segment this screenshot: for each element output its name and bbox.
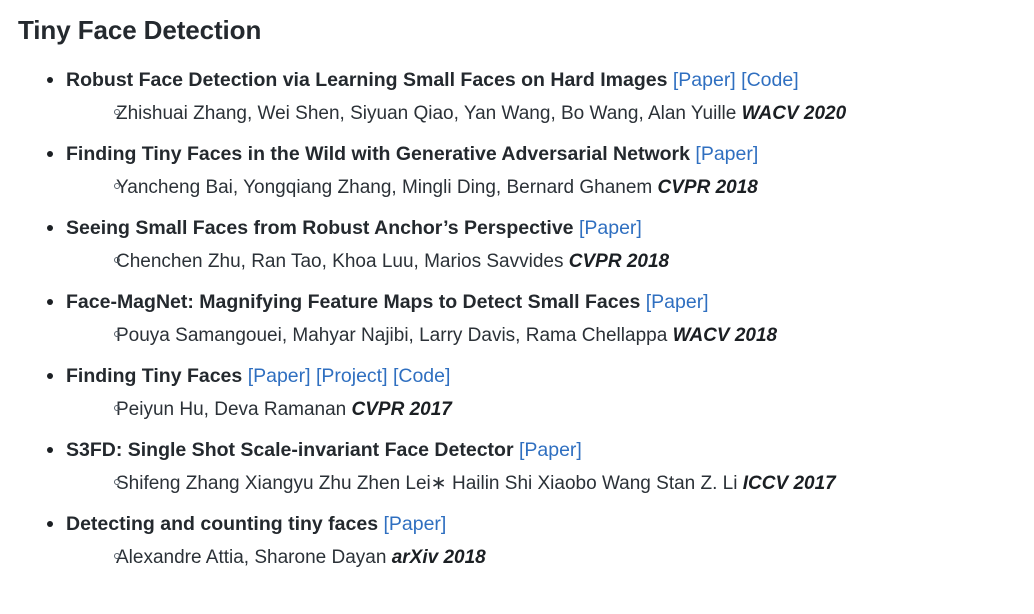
author-line: Pouya Samangouei, Mahyar Najibi, Larry D… — [116, 318, 1018, 354]
paper-title-line: Robust Face Detection via Learning Small… — [66, 65, 1018, 96]
author-line: Yancheng Bai, Yongqiang Zhang, Mingli Di… — [116, 170, 1018, 206]
paper-link-paper[interactable]: [Paper] — [646, 291, 709, 313]
author-list: Shifeng Zhang Xiangyu Zhu Zhen Lei∗ Hail… — [66, 466, 1018, 502]
author-entry: Alexandre Attia, Sharone Dayan arXiv 201… — [66, 540, 1018, 576]
author-list: Alexandre Attia, Sharone Dayan arXiv 201… — [66, 540, 1018, 576]
author-names: Pouya Samangouei, Mahyar Najibi, Larry D… — [116, 325, 668, 346]
paper-links: [Paper] — [574, 217, 642, 239]
paper-title-line: Detecting and counting tiny faces [Paper… — [66, 509, 1018, 540]
venue-label: CVPR 2017 — [351, 399, 452, 420]
paper-entry: S3FD: Single Shot Scale-invariant Face D… — [18, 435, 1018, 502]
page-content: Tiny Face Detection Robust Face Detectio… — [0, 0, 1034, 576]
author-list: Yancheng Bai, Yongqiang Zhang, Mingli Di… — [66, 170, 1018, 206]
paper-link-paper[interactable]: [Paper] — [383, 513, 446, 535]
paper-title-line: S3FD: Single Shot Scale-invariant Face D… — [66, 435, 1018, 466]
paper-links: [Paper] [Project] [Code] — [242, 365, 451, 387]
author-names: Yancheng Bai, Yongqiang Zhang, Mingli Di… — [116, 177, 653, 198]
venue-label: arXiv 2018 — [391, 547, 486, 568]
venue-label: WACV 2018 — [672, 325, 778, 346]
paper-links: [Paper] [Code] — [667, 69, 799, 91]
author-list: Peiyun Hu, Deva Ramanan CVPR 2017 — [66, 392, 1018, 428]
author-line: Chenchen Zhu, Ran Tao, Khoa Luu, Marios … — [116, 244, 1018, 280]
paper-link-code[interactable]: [Code] — [393, 365, 450, 387]
paper-title-line: Finding Tiny Faces [Paper] [Project] [Co… — [66, 361, 1018, 392]
author-entry: Chenchen Zhu, Ran Tao, Khoa Luu, Marios … — [66, 244, 1018, 280]
paper-entry: Seeing Small Faces from Robust Anchor’s … — [18, 213, 1018, 280]
paper-title: S3FD: Single Shot Scale-invariant Face D… — [66, 439, 514, 461]
paper-link-paper[interactable]: [Paper] — [579, 217, 642, 239]
paper-link-code[interactable]: [Code] — [741, 69, 798, 91]
paper-entry: Detecting and counting tiny faces [Paper… — [18, 509, 1018, 576]
paper-links: [Paper] — [690, 143, 758, 165]
paper-title: Finding Tiny Faces in the Wild with Gene… — [66, 143, 690, 165]
paper-title-line: Finding Tiny Faces in the Wild with Gene… — [66, 139, 1018, 170]
author-list: Chenchen Zhu, Ran Tao, Khoa Luu, Marios … — [66, 244, 1018, 280]
paper-entry: Finding Tiny Faces [Paper] [Project] [Co… — [18, 361, 1018, 428]
paper-links: [Paper] — [514, 439, 582, 461]
venue-label: CVPR 2018 — [568, 251, 670, 272]
paper-link-paper[interactable]: [Paper] — [695, 143, 758, 165]
author-entry: Pouya Samangouei, Mahyar Najibi, Larry D… — [66, 318, 1018, 354]
author-entry: Peiyun Hu, Deva Ramanan CVPR 2017 — [66, 392, 1018, 428]
author-names: Peiyun Hu, Deva Ramanan — [116, 399, 347, 420]
paper-title: Detecting and counting tiny faces — [66, 513, 379, 535]
author-entry: Yancheng Bai, Yongqiang Zhang, Mingli Di… — [66, 170, 1018, 206]
paper-link-paper[interactable]: [Paper] — [673, 69, 736, 91]
paper-links: [Paper] — [640, 291, 709, 313]
paper-title-line: Seeing Small Faces from Robust Anchor’s … — [66, 213, 1018, 244]
paper-title: Face-MagNet: Magnifying Feature Maps to … — [66, 291, 641, 313]
paper-link-project[interactable]: [Project] — [316, 365, 388, 387]
venue-label: CVPR 2018 — [657, 177, 758, 198]
paper-title: Seeing Small Faces from Robust Anchor’s … — [66, 217, 574, 239]
paper-title-line: Face-MagNet: Magnifying Feature Maps to … — [66, 287, 1018, 318]
paper-title: Robust Face Detection via Learning Small… — [66, 69, 668, 91]
paper-entry: Robust Face Detection via Learning Small… — [18, 65, 1018, 132]
author-names: Zhishuai Zhang, Wei Shen, Siyuan Qiao, Y… — [116, 103, 737, 124]
author-names: Chenchen Zhu, Ran Tao, Khoa Luu, Marios … — [116, 251, 564, 272]
paper-entry: Face-MagNet: Magnifying Feature Maps to … — [18, 287, 1018, 354]
author-line: Zhishuai Zhang, Wei Shen, Siyuan Qiao, Y… — [116, 96, 1018, 132]
author-line: Peiyun Hu, Deva Ramanan CVPR 2017 — [116, 392, 1018, 428]
author-names: Alexandre Attia, Sharone Dayan — [116, 547, 387, 568]
author-entry: Shifeng Zhang Xiangyu Zhu Zhen Lei∗ Hail… — [66, 466, 1018, 502]
paper-title: Finding Tiny Faces — [66, 365, 243, 387]
author-list: Pouya Samangouei, Mahyar Najibi, Larry D… — [66, 318, 1018, 354]
paper-list: Robust Face Detection via Learning Small… — [18, 65, 1018, 576]
paper-links: [Paper] — [378, 513, 446, 535]
paper-link-paper[interactable]: [Paper] — [248, 365, 311, 387]
paper-link-paper[interactable]: [Paper] — [519, 439, 582, 461]
author-entry: Zhishuai Zhang, Wei Shen, Siyuan Qiao, Y… — [66, 96, 1018, 132]
paper-entry: Finding Tiny Faces in the Wild with Gene… — [18, 139, 1018, 206]
author-names: Shifeng Zhang Xiangyu Zhu Zhen Lei∗ Hail… — [116, 473, 738, 494]
venue-label: ICCV 2017 — [742, 473, 836, 494]
author-line: Shifeng Zhang Xiangyu Zhu Zhen Lei∗ Hail… — [116, 466, 1018, 502]
author-list: Zhishuai Zhang, Wei Shen, Siyuan Qiao, Y… — [66, 96, 1018, 132]
author-line: Alexandre Attia, Sharone Dayan arXiv 201… — [116, 540, 1018, 576]
venue-label: WACV 2020 — [741, 103, 847, 124]
page-title: Tiny Face Detection — [18, 15, 262, 45]
